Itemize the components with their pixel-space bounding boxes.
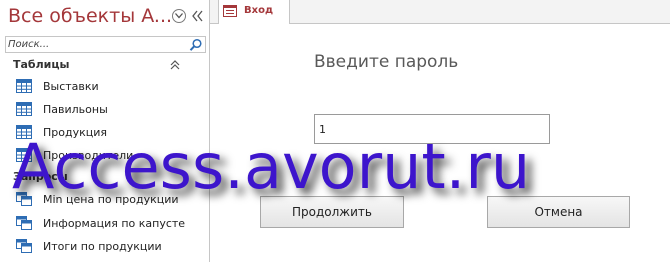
nav-item-label: Выставки: [43, 80, 99, 93]
nav-item-query-min-price[interactable]: Min цена по продукции: [0, 189, 209, 211]
table-icon: [16, 79, 32, 93]
nav-item-table-products[interactable]: Продукция: [0, 122, 209, 144]
nav-item-table-pavilions[interactable]: Павильоны: [0, 99, 209, 121]
nav-item-table-manufacturers[interactable]: Производители: [0, 145, 209, 167]
nav-search-box: [5, 36, 206, 53]
password-prompt-label: Введите пароль: [314, 52, 459, 72]
table-icon: [16, 102, 32, 116]
group-header-tables[interactable]: Таблицы: [0, 56, 209, 74]
access-window: Все объекты A... Таблицы: [0, 0, 670, 262]
search-input[interactable]: [8, 37, 183, 52]
nav-title[interactable]: Все объекты A...: [8, 5, 172, 27]
cancel-button[interactable]: Отмена: [487, 196, 630, 228]
login-form: Введите пароль Продолжить Отмена: [210, 24, 670, 262]
document-tabstrip: Вход: [210, 0, 670, 24]
collapse-group-icon[interactable]: [170, 59, 180, 71]
nav-item-table-exhibitions[interactable]: Выставки: [0, 76, 209, 98]
nav-header: Все объекты A...: [0, 0, 209, 36]
nav-menu-chevron-icon[interactable]: [172, 9, 186, 23]
form-icon: [223, 5, 237, 17]
group-label: Таблицы: [13, 58, 70, 71]
tab-label: Вход: [244, 5, 274, 16]
group-header-queries[interactable]: Запросы: [0, 168, 209, 186]
table-icon: [16, 125, 32, 139]
nav-item-label: Информация по капусте: [43, 217, 186, 230]
nav-item-label: Min цена по продукции: [43, 193, 179, 206]
nav-item-query-product-totals[interactable]: Итоги по продукции: [0, 236, 209, 258]
navigation-pane: Все объекты A... Таблицы: [0, 0, 210, 262]
nav-item-label: Производители: [43, 149, 134, 162]
group-label: Запросы: [13, 170, 68, 183]
continue-button[interactable]: Продолжить: [260, 196, 404, 228]
nav-item-query-cabbage-info[interactable]: Информация по капусте: [0, 213, 209, 235]
query-icon: [16, 239, 32, 253]
tab-login-form[interactable]: Вход: [218, 0, 290, 24]
collapse-pane-icon[interactable]: [191, 8, 205, 24]
search-icon[interactable]: [189, 38, 203, 52]
password-field[interactable]: [314, 114, 550, 144]
nav-item-label: Продукция: [43, 126, 107, 139]
query-icon: [16, 216, 32, 230]
table-icon: [16, 148, 32, 162]
query-icon: [16, 192, 32, 206]
nav-item-label: Итоги по продукции: [43, 240, 162, 253]
nav-item-label: Павильоны: [43, 103, 108, 116]
